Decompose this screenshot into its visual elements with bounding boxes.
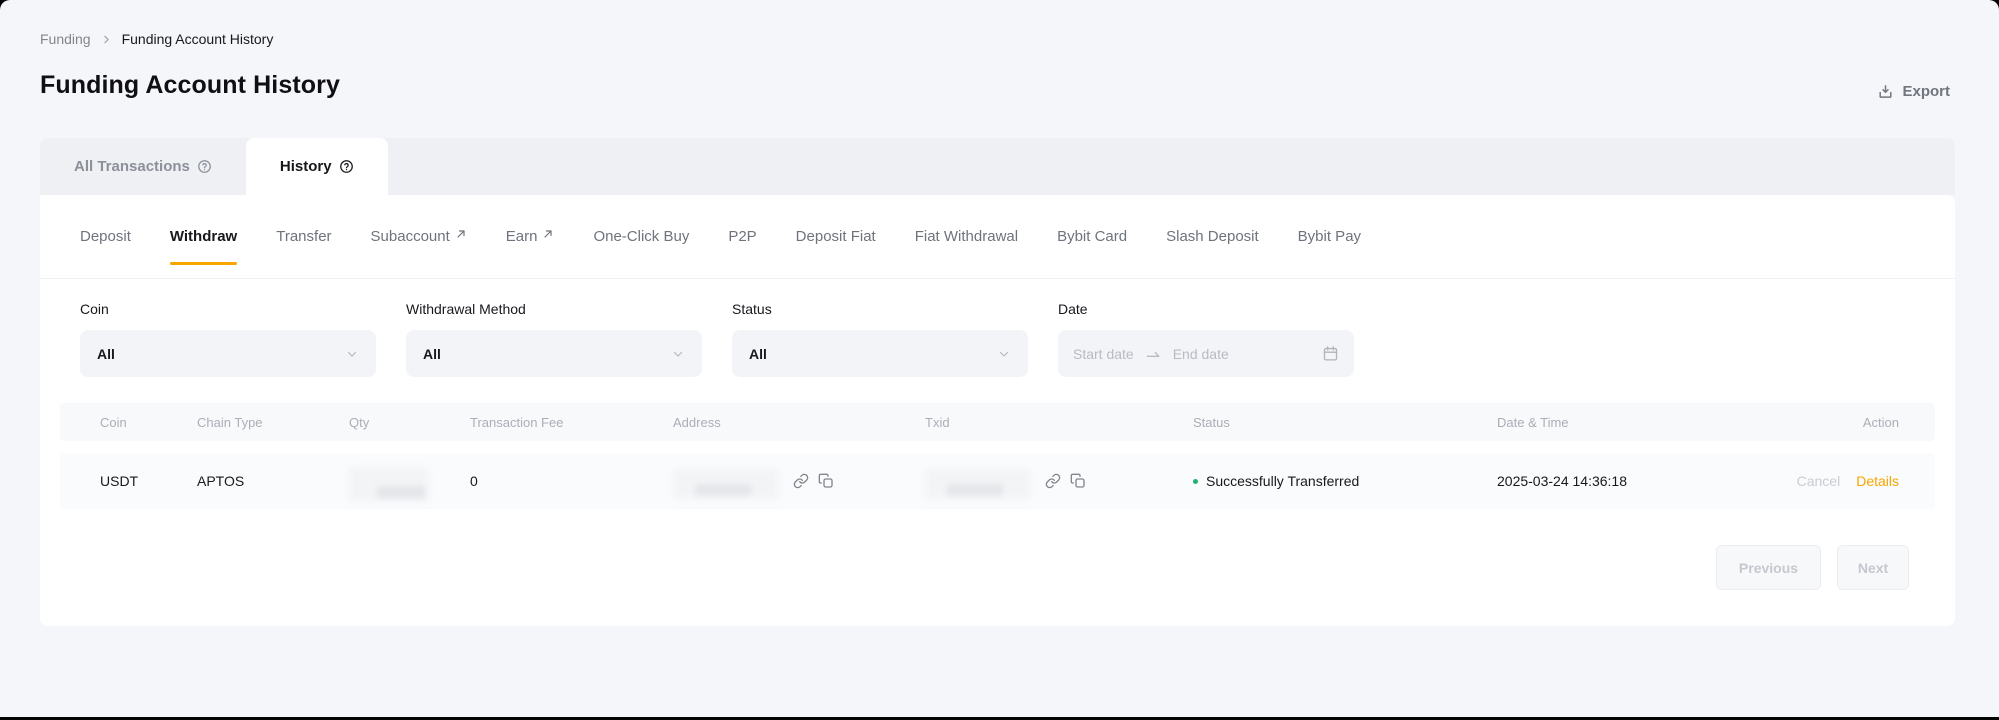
col-header-transaction-fee: Transaction Fee: [470, 415, 673, 430]
table-row: USDT APTOS 0: [60, 453, 1935, 509]
subtab-fiat-withdrawal[interactable]: Fiat Withdrawal: [915, 195, 1018, 278]
cell-status: Successfully Transferred: [1193, 473, 1497, 489]
col-header-txid: Txid: [925, 415, 1193, 430]
subtab-subaccount-label: Subaccount: [371, 228, 450, 245]
withdrawal-method-filter: Withdrawal Method All: [406, 301, 702, 377]
subtab-bybit-pay[interactable]: Bybit Pay: [1298, 195, 1361, 278]
subtab-earn[interactable]: Earn: [506, 195, 555, 278]
subtab-earn-label: Earn: [506, 228, 538, 245]
status-select[interactable]: All: [732, 330, 1028, 377]
address-link-icon[interactable]: [793, 473, 809, 489]
cell-qty: [349, 461, 470, 501]
subtab-subaccount[interactable]: Subaccount: [371, 195, 467, 278]
cell-transaction-fee: 0: [470, 473, 673, 489]
subtab-bybit-card[interactable]: Bybit Card: [1057, 195, 1127, 278]
tab-all-transactions-label: All Transactions: [74, 158, 190, 175]
txid-link-icon[interactable]: [1045, 473, 1061, 489]
calendar-icon[interactable]: [1322, 345, 1339, 362]
external-link-icon: [542, 234, 554, 240]
details-link[interactable]: Details: [1856, 473, 1899, 489]
tab-history-label: History: [280, 158, 332, 175]
chevron-down-icon: [671, 347, 685, 361]
subtab-withdraw[interactable]: Withdraw: [170, 195, 237, 278]
col-header-datetime: Date & Time: [1497, 415, 1777, 430]
subtab-one-click-buy[interactable]: One-Click Buy: [593, 195, 689, 278]
pagination: Previous Next: [40, 509, 1955, 590]
page-title: Funding Account History: [40, 71, 340, 100]
subtab-deposit[interactable]: Deposit: [80, 195, 131, 278]
chevron-right-icon: [100, 33, 113, 46]
status-filter: Status All: [732, 301, 1028, 377]
coin-select-value: All: [97, 346, 115, 362]
arrow-right-icon: [1146, 348, 1161, 360]
redacted-qty: [349, 467, 429, 501]
history-card: Deposit Withdraw Transfer Subaccount Ear…: [40, 195, 1955, 626]
status-dot-icon: [1193, 479, 1198, 484]
external-link-icon: [455, 234, 467, 240]
col-header-qty: Qty: [349, 415, 470, 430]
funding-history-page: Funding Funding Account History Funding …: [0, 0, 1999, 717]
cell-chain-type: APTOS: [197, 473, 349, 489]
end-date-input[interactable]: End date: [1173, 346, 1229, 362]
status-select-value: All: [749, 346, 767, 362]
breadcrumb: Funding Funding Account History: [0, 0, 1999, 47]
txid-copy-icon[interactable]: [1070, 473, 1086, 489]
coin-filter-label: Coin: [80, 301, 376, 317]
address-copy-icon[interactable]: [818, 473, 834, 489]
coin-filter: Coin All: [80, 301, 376, 377]
col-header-status: Status: [1193, 415, 1497, 430]
status-text: Successfully Transferred: [1206, 473, 1359, 489]
filters-row: Coin All Withdrawal Method All: [40, 279, 1955, 377]
withdrawal-method-value: All: [423, 346, 441, 362]
col-header-action: Action: [1777, 415, 1899, 430]
withdrawal-method-select[interactable]: All: [406, 330, 702, 377]
title-row: Funding Account History Export: [0, 47, 1999, 100]
withdraw-history-table: Coin Chain Type Qty Transaction Fee Addr…: [60, 403, 1935, 509]
coin-select[interactable]: All: [80, 330, 376, 377]
tab-history[interactable]: History: [246, 138, 388, 195]
help-icon[interactable]: [339, 159, 354, 174]
chevron-down-icon: [997, 347, 1011, 361]
withdrawal-method-label: Withdrawal Method: [406, 301, 702, 317]
subtab-deposit-fiat[interactable]: Deposit Fiat: [796, 195, 876, 278]
breadcrumb-funding[interactable]: Funding: [40, 31, 91, 47]
tab-all-transactions[interactable]: All Transactions: [40, 138, 246, 195]
cell-coin: USDT: [100, 473, 197, 489]
previous-page-button[interactable]: Previous: [1716, 545, 1821, 590]
cell-action: Cancel Details: [1777, 473, 1899, 489]
history-type-nav: Deposit Withdraw Transfer Subaccount Ear…: [40, 195, 1955, 279]
col-header-address: Address: [673, 415, 925, 430]
start-date-input[interactable]: Start date: [1073, 346, 1134, 362]
cancel-link[interactable]: Cancel: [1797, 473, 1841, 489]
account-tabs: All Transactions History: [40, 138, 1955, 195]
date-range-picker[interactable]: Start date End date: [1058, 330, 1354, 377]
subtab-transfer[interactable]: Transfer: [276, 195, 331, 278]
redacted-txid: [925, 469, 1031, 499]
breadcrumb-current: Funding Account History: [122, 31, 274, 47]
cell-txid: [925, 463, 1193, 499]
download-icon: [1877, 83, 1894, 100]
subtab-slash-deposit[interactable]: Slash Deposit: [1166, 195, 1259, 278]
export-label: Export: [1902, 83, 1950, 100]
cell-address: [673, 463, 925, 499]
table-header-row: Coin Chain Type Qty Transaction Fee Addr…: [60, 403, 1935, 441]
col-header-chain-type: Chain Type: [197, 415, 349, 430]
export-button[interactable]: Export: [1877, 83, 1950, 100]
date-filter-label: Date: [1058, 301, 1354, 317]
help-icon[interactable]: [197, 159, 212, 174]
redacted-address: [673, 469, 779, 499]
subtab-p2p[interactable]: P2P: [728, 195, 756, 278]
date-filter: Date Start date End date: [1058, 301, 1354, 377]
chevron-down-icon: [345, 347, 359, 361]
col-header-coin: Coin: [100, 415, 197, 430]
status-filter-label: Status: [732, 301, 1028, 317]
next-page-button[interactable]: Next: [1837, 545, 1909, 590]
cell-datetime: 2025-03-24 14:36:18: [1497, 473, 1777, 489]
